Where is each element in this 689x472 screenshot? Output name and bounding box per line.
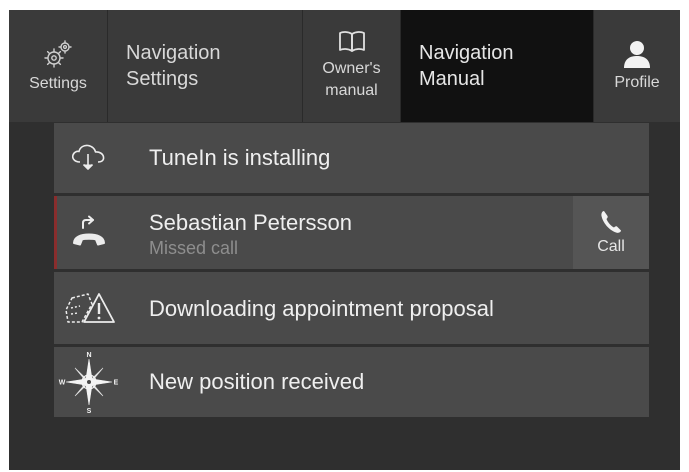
compass-label-w: W — [59, 380, 66, 387]
notification-title: Sebastian Petersson — [149, 210, 353, 235]
compass-label-n: N — [86, 352, 91, 359]
cloud-download-icon — [54, 123, 124, 193]
tab-settings-label: Settings — [29, 75, 87, 92]
tab-profile-label: Profile — [614, 74, 660, 91]
tab-navigation-manual-label: Navigation Manual — [419, 40, 514, 92]
tab-owners-manual-label-2: manual — [325, 82, 378, 99]
notification-title: Downloading appointment proposal — [149, 296, 494, 321]
notification-new-position[interactable]: N S E W New position received — [54, 347, 649, 417]
tab-navigation-manual[interactable]: Navigation Manual — [401, 10, 594, 122]
call-button[interactable]: Call — [573, 196, 649, 269]
tab-label-line: Manual — [419, 68, 485, 90]
compass-label-s: S — [87, 408, 92, 415]
tab-navigation-settings[interactable]: Navigation Settings — [108, 10, 303, 122]
tab-profile[interactable]: Profile — [594, 10, 680, 122]
tab-label-line: Navigation — [126, 42, 221, 64]
notification-title: TuneIn is installing — [149, 145, 331, 170]
screen: Settings Navigation Settings Owner's man… — [9, 10, 680, 470]
person-icon — [623, 40, 651, 68]
notification-missed-call[interactable]: Sebastian Petersson Missed call Call — [54, 196, 649, 269]
appointment-warning-icon — [54, 272, 124, 344]
top-bar: Settings Navigation Settings Owner's man… — [9, 10, 680, 122]
tab-navigation-settings-label: Navigation Settings — [126, 40, 221, 92]
book-icon — [338, 30, 366, 52]
phone-icon — [600, 210, 622, 234]
missed-call-icon — [54, 196, 124, 269]
tab-owners-manual[interactable]: Owner's manual — [303, 10, 401, 122]
gears-icon — [41, 39, 75, 69]
tab-owners-manual-label-1: Owner's — [322, 60, 381, 77]
tab-label-line: Navigation — [419, 42, 514, 64]
notification-subtitle: Missed call — [149, 238, 239, 258]
notification-title: New position received — [149, 369, 365, 394]
tab-settings[interactable]: Settings — [9, 10, 108, 122]
notification-appointment-proposal[interactable]: Downloading appointment proposal — [54, 272, 649, 344]
compass-label-e: E — [114, 380, 119, 387]
call-button-label: Call — [597, 237, 625, 255]
tab-label-line: Settings — [126, 68, 199, 90]
compass-rose-icon: N S E W — [54, 347, 124, 417]
notification-tunein-installing[interactable]: TuneIn is installing — [54, 123, 649, 193]
